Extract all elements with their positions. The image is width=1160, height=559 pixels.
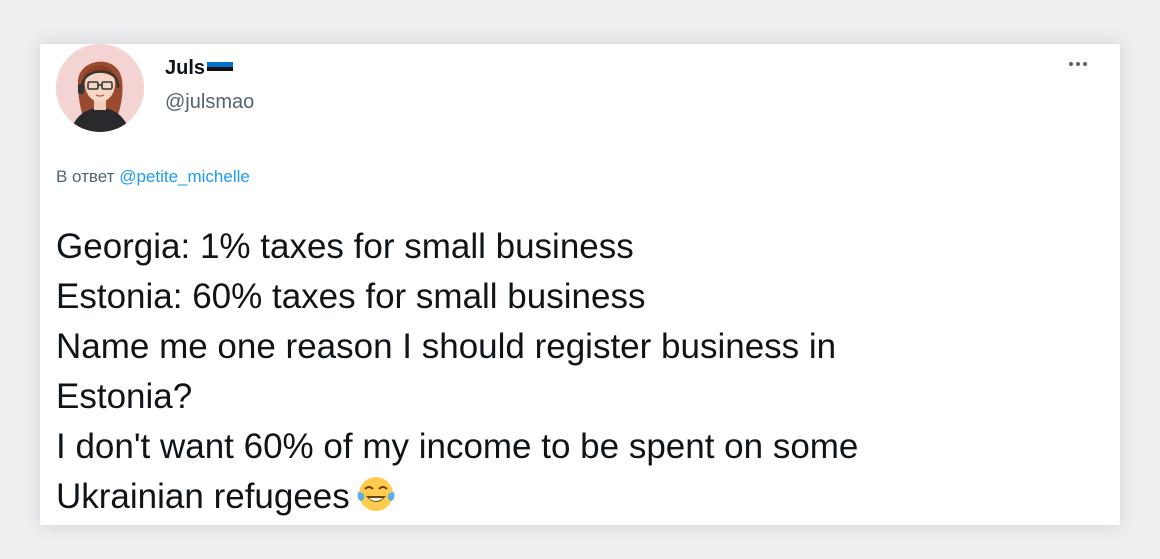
reply-prefix: В ответ — [56, 167, 115, 186]
tweet-last-line: Ukrainian refugees — [56, 472, 1106, 522]
reply-context: В ответ @petite_michelle — [56, 166, 250, 188]
face-with-tears-of-joy-icon — [357, 477, 395, 511]
more-dot-icon — [1076, 62, 1080, 66]
screenshot-background: Juls @julsmao В ответ @petite_michelle G… — [0, 0, 1160, 559]
tweet-line: I don't want 60% of my income to be spen… — [56, 427, 859, 466]
avatar-illustration — [56, 44, 144, 132]
author-display-name[interactable]: Juls — [165, 56, 205, 80]
tweet-body: Georgia: 1% taxes for small business Est… — [56, 222, 1106, 522]
reply-mention-link[interactable]: @petite_michelle — [119, 167, 250, 186]
tweet-line: Ukrainian refugees — [56, 477, 350, 516]
estonia-flag-icon — [207, 62, 234, 76]
more-options-button[interactable] — [1060, 52, 1096, 76]
tweet-line: Name me one reason I should register bus… — [56, 327, 837, 366]
avatar[interactable] — [56, 44, 144, 132]
more-dot-icon — [1083, 62, 1087, 66]
author-name-row[interactable]: Juls — [165, 56, 234, 80]
author-handle[interactable]: @julsmao — [165, 90, 254, 114]
tweet-card[interactable]: Juls @julsmao В ответ @petite_michelle G… — [40, 44, 1120, 525]
tweet-line: Estonia: 60% taxes for small business — [56, 277, 646, 316]
tweet-line: Estonia? — [56, 377, 193, 416]
more-dot-icon — [1069, 62, 1073, 66]
tweet-line: Georgia: 1% taxes for small business — [56, 227, 634, 266]
